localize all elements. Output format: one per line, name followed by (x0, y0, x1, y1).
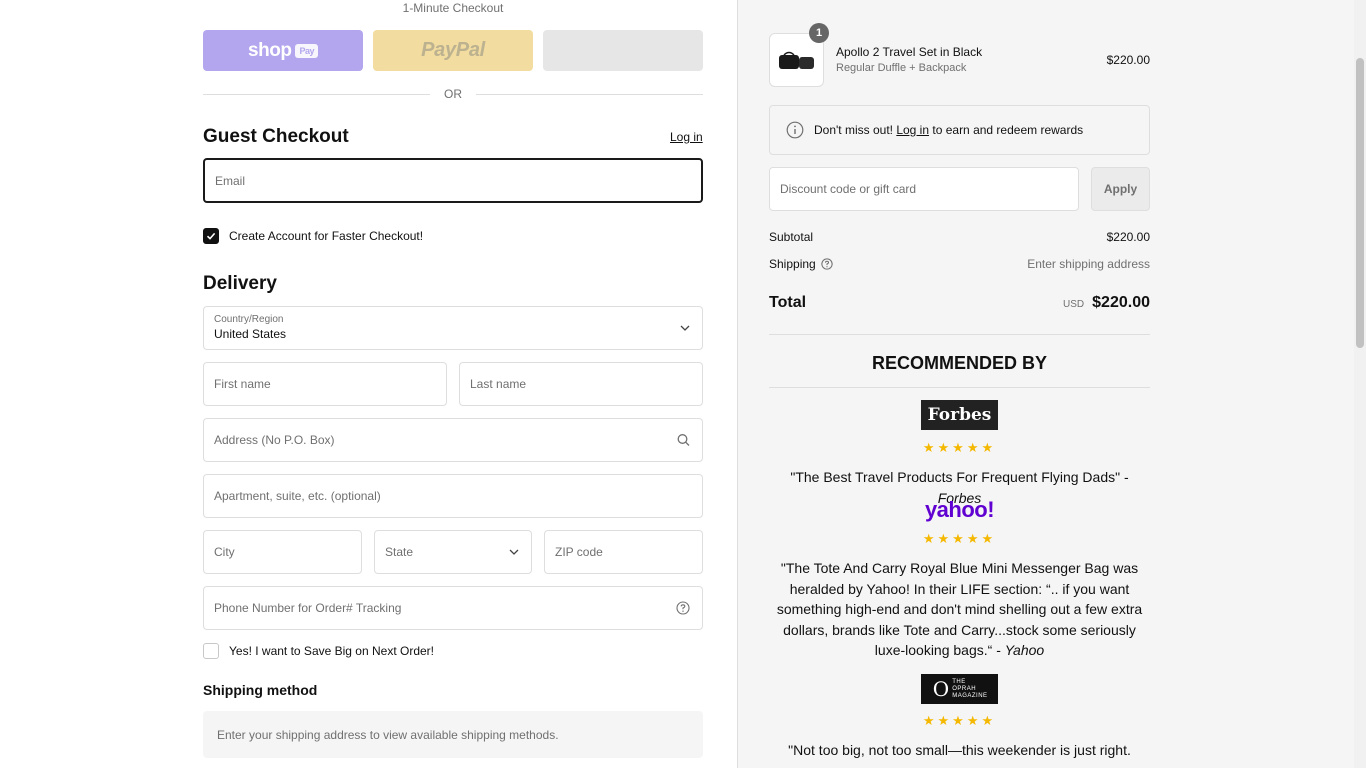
shipping-method-heading: Shipping method (203, 682, 318, 698)
guest-checkout-heading: Guest Checkout (203, 126, 349, 147)
create-account-label: Create Account for Faster Checkout! (229, 229, 424, 243)
paypal-button[interactable]: PayPal (373, 30, 533, 71)
shop-pay-logo: shop Pay (248, 40, 318, 62)
currency-code: USD (1063, 299, 1085, 310)
product-image (778, 51, 814, 69)
oprah-stars: ★★★★★ (922, 713, 997, 728)
discount-code-input[interactable]: Discount code or gift card (769, 167, 1079, 211)
address-input[interactable]: Address (No P.O. Box) (203, 418, 703, 462)
shipping-method-info: Enter your shipping address to view avai… (203, 711, 703, 758)
help-icon[interactable] (676, 601, 690, 615)
forbes-stars: ★★★★★ (922, 440, 997, 455)
city-input[interactable]: City (203, 530, 362, 574)
save-big-label: Yes! I want to Save Big on Next Order! (229, 644, 434, 658)
recommended-divider (769, 387, 1150, 388)
chevron-down-icon (680, 325, 690, 331)
forbes-logo: Forbes (921, 400, 998, 430)
state-select[interactable]: State (374, 530, 532, 574)
login-link[interactable]: Log in (670, 130, 703, 144)
last-name-input[interactable]: Last name (459, 362, 703, 406)
summary-divider (769, 334, 1150, 335)
save-big-row[interactable]: Yes! I want to Save Big on Next Order! (203, 643, 434, 659)
info-icon (786, 121, 804, 139)
total-value: $220.00 (1092, 294, 1150, 311)
create-account-row[interactable]: Create Account for Faster Checkout! (203, 228, 423, 244)
rewards-login-link[interactable]: Log in (896, 123, 929, 137)
oprah-quote: "Not too big, not too small—this weekend… (788, 742, 1131, 758)
delivery-heading: Delivery (203, 273, 277, 294)
rewards-banner: Don't miss out! Log in to earn and redee… (769, 105, 1150, 155)
subtotal-value: $220.00 (1106, 230, 1150, 244)
paypal-logo: PayPal (421, 39, 485, 61)
recommended-title: RECOMMENDED BY (871, 353, 1047, 373)
google-pay-button[interactable] (543, 30, 703, 71)
shipping-value: Enter shipping address (1027, 257, 1150, 271)
shipping-row: Shipping Enter shipping address (769, 257, 1150, 271)
phone-input[interactable]: Phone Number for Order# Tracking (203, 586, 703, 630)
oprah-magazine-logo: O THE OPRAH MAGAZINE (921, 674, 998, 704)
yahoo-stars: ★★★★★ (922, 531, 997, 546)
subtotal-row: Subtotal $220.00 (769, 230, 1150, 244)
create-account-checkbox[interactable] (203, 228, 219, 244)
rewards-text-post: to earn and redeem rewards (932, 123, 1084, 137)
rewards-text-pre: Don't miss out! (814, 123, 893, 137)
zip-input[interactable]: ZIP code (544, 530, 703, 574)
page-scrollbar[interactable] (1354, 0, 1366, 768)
quantity-badge: 1 (809, 23, 829, 43)
yahoo-quote: "The Tote And Carry Royal Blue Mini Mess… (776, 560, 1143, 658)
apartment-input[interactable]: Apartment, suite, etc. (optional) (203, 474, 703, 518)
check-icon (206, 232, 216, 240)
scrollbar-thumb[interactable] (1356, 58, 1364, 348)
email-input[interactable]: Email (203, 158, 703, 203)
search-icon (677, 434, 690, 446)
shop-pay-button[interactable]: shop Pay (203, 30, 363, 71)
country-select[interactable]: Country/Region United States (203, 306, 703, 350)
yahoo-logo: yahoo! (924, 497, 995, 522)
chevron-down-icon (509, 549, 519, 555)
help-icon[interactable] (821, 258, 833, 270)
or-divider: OR (203, 86, 703, 102)
express-checkout-title: 1-Minute Checkout (402, 1, 504, 15)
total-row: Total USD $220.00 (769, 294, 1150, 311)
apply-discount-button[interactable]: Apply (1091, 167, 1150, 211)
product-price: $220.00 (1106, 53, 1150, 67)
product-variant: Regular Duffle + Backpack (836, 62, 967, 74)
product-name: Apollo 2 Travel Set in Black (836, 45, 983, 59)
first-name-input[interactable]: First name (203, 362, 447, 406)
save-big-checkbox[interactable] (203, 643, 219, 659)
